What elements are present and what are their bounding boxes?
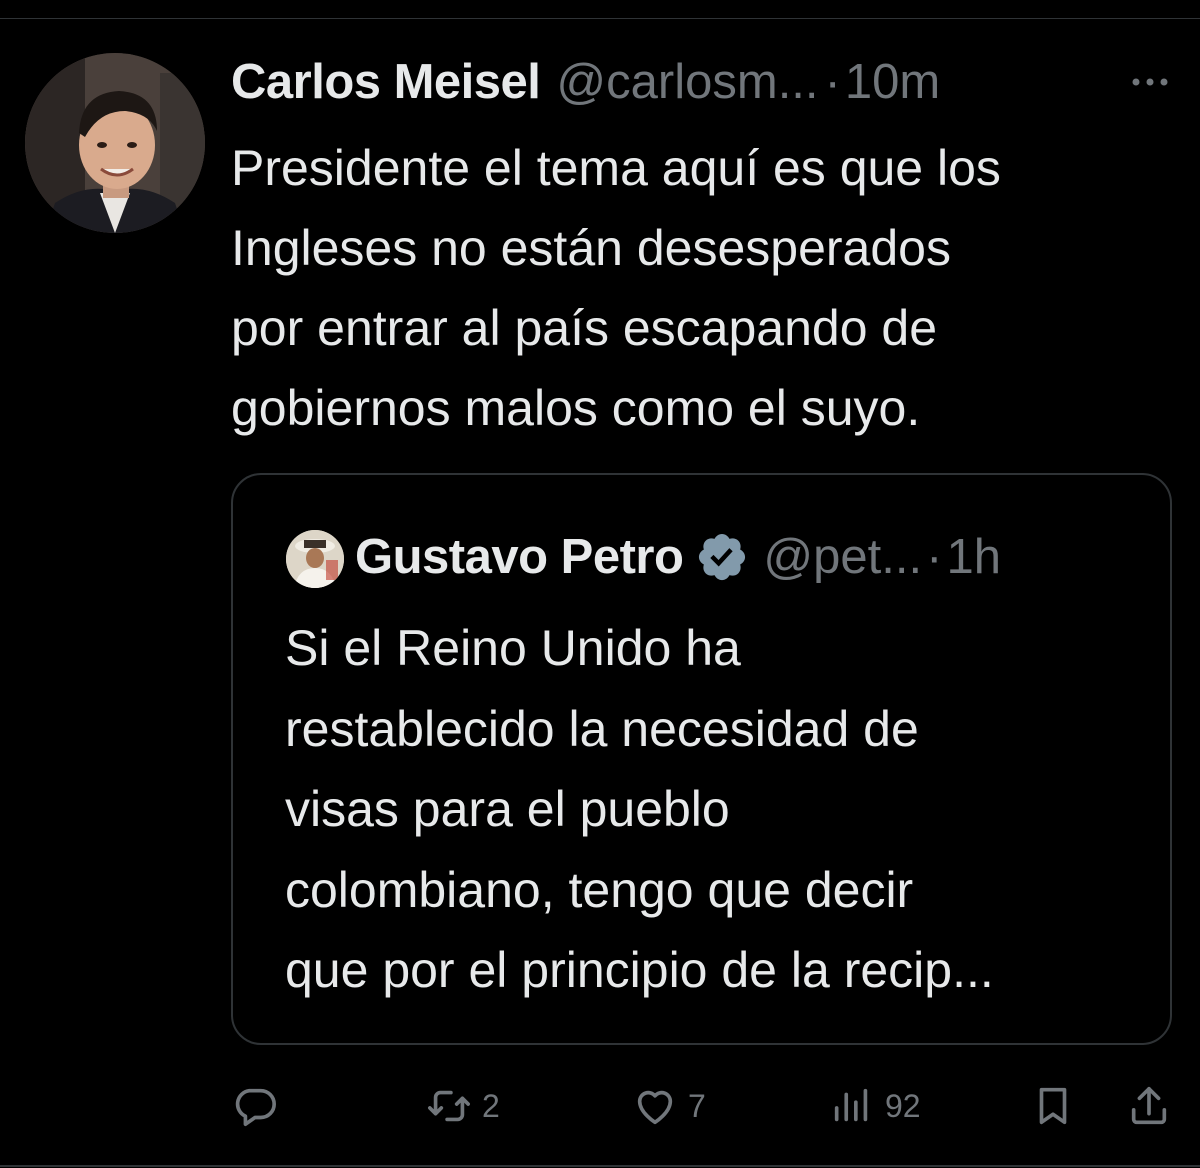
bookmark-icon <box>1030 1083 1076 1129</box>
views-icon <box>829 1083 875 1129</box>
retweet-button[interactable]: 2 <box>426 1082 500 1130</box>
share-icon <box>1126 1083 1172 1129</box>
more-options-icon[interactable] <box>1126 62 1174 102</box>
tweet-header: Carlos Meisel @carlosm... · 10m <box>231 52 940 112</box>
quoted-separator-dot: · <box>926 530 943 584</box>
reply-icon <box>232 1083 278 1129</box>
quoted-tweet-text: Si el Reino Unido ha restablecido la nec… <box>285 620 994 998</box>
author-handle[interactable]: @carlosm... <box>556 54 818 110</box>
quoted-tweet-timestamp: 1h <box>946 530 1001 584</box>
retweet-count: 2 <box>482 1087 500 1124</box>
tweet-timestamp[interactable]: 10m <box>845 54 940 110</box>
views-button[interactable]: 92 <box>829 1082 921 1130</box>
views-count: 92 <box>885 1087 921 1124</box>
bottom-divider <box>0 1165 1200 1167</box>
like-button[interactable]: 7 <box>632 1082 706 1130</box>
tweet-text: Presidente el tema aquí es que los Ingle… <box>231 140 1001 436</box>
like-count: 7 <box>688 1087 706 1124</box>
top-divider <box>0 18 1200 19</box>
share-button[interactable] <box>1126 1082 1172 1130</box>
bookmark-button[interactable] <box>1030 1082 1076 1130</box>
verified-badge-icon <box>695 530 749 584</box>
quoted-tweet-card[interactable]: Gustavo Petro @pet... · 1h Si el Reino U… <box>231 473 1172 1045</box>
author-name[interactable]: Carlos Meisel <box>231 54 541 110</box>
author-avatar[interactable] <box>25 53 205 233</box>
separator-dot: · <box>824 55 841 109</box>
reply-button[interactable] <box>232 1082 278 1130</box>
quoted-author-handle: @pet... <box>763 530 923 584</box>
retweet-icon <box>426 1083 472 1129</box>
quoted-author-name: Gustavo Petro <box>355 530 684 584</box>
quoted-author-avatar <box>286 530 344 588</box>
heart-icon <box>632 1083 678 1129</box>
quoted-tweet-header: Gustavo Petro @pet... · 1h <box>355 527 1001 587</box>
